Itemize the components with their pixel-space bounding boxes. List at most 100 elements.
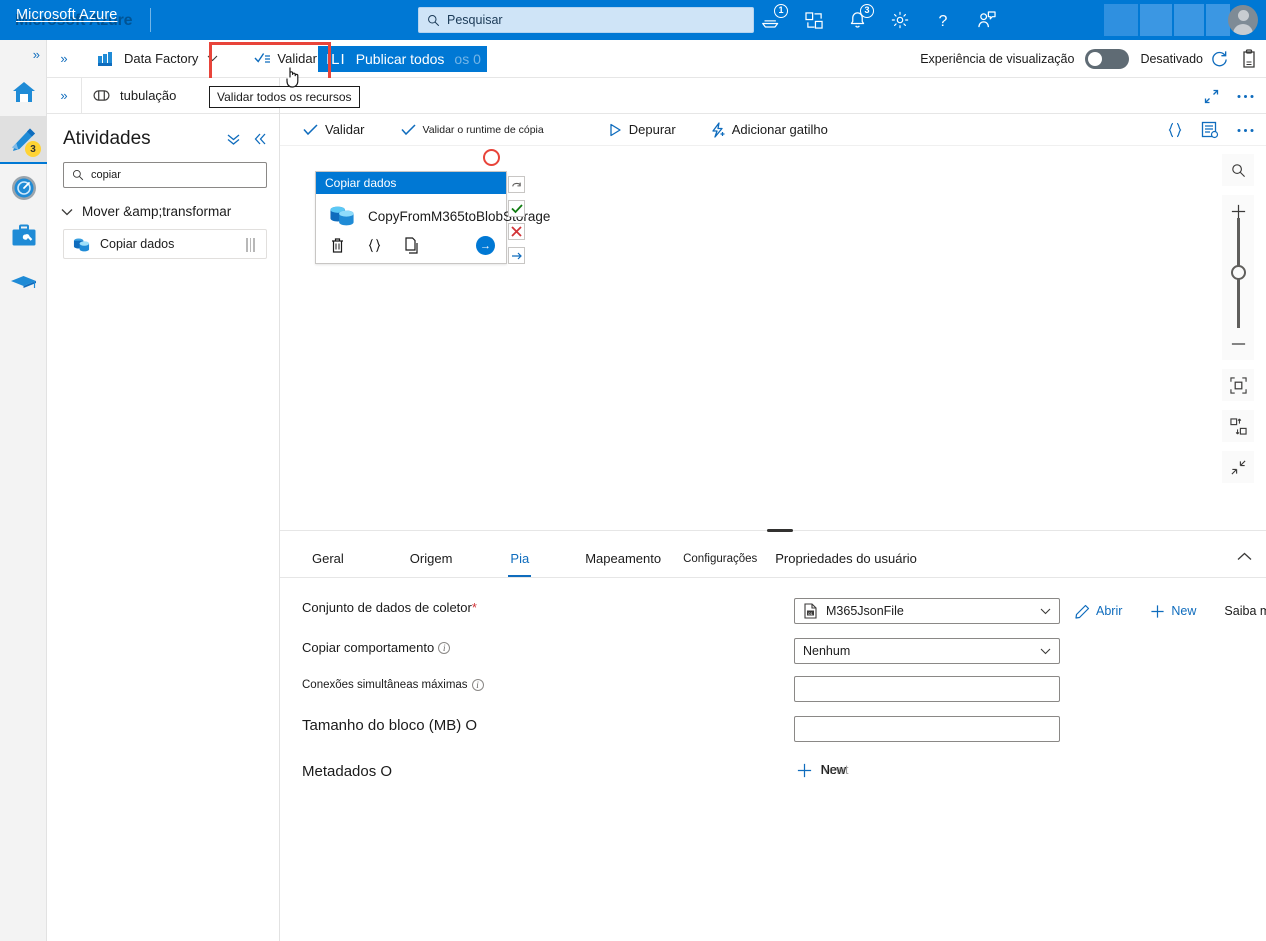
left-panel-expand-button[interactable]: » bbox=[47, 78, 81, 114]
block-size-input[interactable] bbox=[794, 716, 1060, 742]
cloud-shell-icon[interactable]: 1 bbox=[758, 4, 788, 33]
pipeline-canvas[interactable]: Copiar dados CopyFromM365toBlobStorage → bbox=[280, 146, 1266, 530]
new-dataset-button[interactable]: New bbox=[1150, 604, 1196, 619]
publish-all-highlight[interactable]: ILI Publicar todos os 0 bbox=[318, 46, 487, 72]
tab-configuracoes[interactable]: Configurações bbox=[681, 540, 759, 578]
debug-label: Depurar bbox=[628, 122, 676, 137]
sidebar-item-monitor[interactable] bbox=[0, 164, 47, 212]
chevron-down-icon bbox=[207, 55, 218, 62]
debug-button[interactable]: Depurar bbox=[599, 116, 685, 144]
zoom-slider[interactable] bbox=[1222, 218, 1254, 328]
tab-geral[interactable]: Geral bbox=[300, 539, 356, 577]
pencil-icon bbox=[1075, 604, 1090, 619]
azure-brand[interactable]: Microsoft Azure Microsoft Azure bbox=[0, 0, 150, 40]
required-asterisk: * bbox=[471, 600, 477, 615]
collapse-panel-icon[interactable] bbox=[253, 132, 267, 146]
activity-node-go-button[interactable]: → bbox=[476, 236, 495, 255]
expand-diagonal-icon[interactable] bbox=[1204, 89, 1219, 104]
pipeline-icon bbox=[92, 89, 111, 102]
preview-experience-toggle[interactable] bbox=[1085, 49, 1130, 69]
code-braces-icon[interactable] bbox=[367, 237, 382, 254]
validate-label: Validar bbox=[325, 122, 365, 137]
activity-connector-on-skip[interactable] bbox=[508, 247, 525, 264]
validate-button[interactable]: Validar bbox=[294, 116, 374, 144]
info-icon[interactable]: i bbox=[438, 641, 451, 654]
chevron-down-icon bbox=[1040, 648, 1051, 655]
pipeline-tab[interactable]: tubulação bbox=[81, 77, 186, 114]
activity-item-copy-data[interactable]: Copiar dados bbox=[63, 229, 267, 259]
sidebar-item-learn[interactable] bbox=[0, 260, 47, 308]
tab-propriedades-do-usuario[interactable]: Propriedades do usuário bbox=[763, 539, 929, 577]
data-factory-icon bbox=[97, 51, 115, 67]
activities-search-input[interactable]: copiar bbox=[63, 162, 267, 188]
preview-experience-state: Desativado bbox=[1140, 52, 1203, 66]
sidebar-item-manage[interactable] bbox=[0, 212, 47, 260]
help-question-icon[interactable]: ? bbox=[930, 7, 956, 33]
collapse-all-button[interactable] bbox=[1222, 451, 1254, 483]
open-dataset-button[interactable]: Abrir bbox=[1075, 604, 1122, 619]
ellipsis-icon[interactable] bbox=[1237, 94, 1254, 99]
tab-origem[interactable]: Origem bbox=[398, 539, 465, 577]
sidebar-item-home[interactable] bbox=[0, 68, 47, 116]
learn-more-link[interactable]: Saiba mais bbox=[1224, 604, 1266, 618]
copy-behavior-dropdown[interactable]: Nenhum bbox=[794, 638, 1060, 664]
new-dataset-label: New bbox=[1171, 604, 1197, 618]
splitter-drag-handle[interactable] bbox=[767, 529, 793, 532]
properties-list-icon[interactable] bbox=[1201, 121, 1219, 139]
search-icon bbox=[72, 169, 84, 181]
fit-to-screen-button[interactable] bbox=[1222, 369, 1254, 401]
azure-top-bar: Microsoft Azure Microsoft Azure Pesquisa… bbox=[0, 0, 1266, 40]
collapse-properties-panel-button[interactable] bbox=[1237, 552, 1252, 561]
rail-expand-button[interactable]: » bbox=[0, 40, 46, 68]
ellipsis-icon[interactable] bbox=[1237, 128, 1254, 133]
chevron-down-icon bbox=[1040, 608, 1051, 615]
auto-align-button[interactable] bbox=[1222, 410, 1254, 442]
global-search-placeholder: Pesquisar bbox=[447, 13, 503, 27]
add-trigger-button[interactable]: Adicionar gatilho bbox=[701, 116, 837, 144]
plus-icon bbox=[1150, 604, 1165, 619]
copy-behavior-value: Nenhum bbox=[803, 644, 851, 658]
account-name-redaction bbox=[1174, 4, 1204, 36]
validate-copy-runtime-label: Validar o runtime de cópia bbox=[422, 123, 544, 136]
sink-dataset-label: Conjunto de dados de coletor bbox=[302, 600, 472, 615]
zoom-out-button[interactable] bbox=[1222, 328, 1254, 360]
code-braces-icon[interactable] bbox=[1167, 122, 1183, 138]
activity-node-copy-data[interactable]: Copiar dados CopyFromM365toBlobStorage → bbox=[315, 171, 550, 264]
play-triangle-icon bbox=[608, 123, 622, 137]
delete-icon[interactable] bbox=[330, 237, 345, 254]
topbar-divider bbox=[150, 8, 151, 32]
feedback-icon[interactable] bbox=[973, 7, 999, 33]
data-factory-selector[interactable]: Data Factory bbox=[81, 40, 228, 78]
settings-gear-icon[interactable] bbox=[887, 7, 913, 33]
adf-command-bar: » Data Factory Validar tudo Experiência … bbox=[47, 40, 1266, 78]
drag-handle[interactable] bbox=[246, 238, 258, 252]
pipeline-tab-bar-actions bbox=[1204, 78, 1254, 114]
duplicate-icon[interactable] bbox=[404, 237, 419, 254]
sink-dataset-dropdown[interactable]: 01 M365JsonFile bbox=[794, 598, 1060, 624]
activity-connector-on-failure[interactable] bbox=[508, 223, 525, 240]
directory-switch-icon[interactable] bbox=[801, 7, 827, 33]
toolbox-icon bbox=[11, 224, 37, 248]
activity-connector-on-completion[interactable] bbox=[508, 176, 525, 193]
global-search-input[interactable]: Pesquisar bbox=[418, 7, 754, 33]
feedback-clipboard-icon[interactable] bbox=[1240, 49, 1258, 69]
activity-connector-on-success[interactable] bbox=[508, 200, 525, 217]
notifications-bell-icon[interactable]: 3 bbox=[844, 4, 874, 33]
avatar[interactable] bbox=[1228, 5, 1258, 35]
validate-copy-runtime-button[interactable]: Validar o runtime de cópia bbox=[392, 116, 553, 144]
info-icon[interactable]: i bbox=[471, 679, 484, 691]
zoom-slider-thumb[interactable] bbox=[1230, 265, 1246, 280]
refresh-icon[interactable] bbox=[1210, 50, 1229, 68]
avatar-body bbox=[1233, 24, 1253, 35]
tab-pia[interactable]: Pia bbox=[498, 539, 541, 577]
sidebar-item-author[interactable]: 3 bbox=[0, 116, 47, 164]
max-concurrent-connections-input[interactable] bbox=[794, 676, 1060, 702]
collapse-all-chevrons-icon[interactable] bbox=[226, 132, 241, 146]
tab-mapeamento[interactable]: Mapeamento bbox=[573, 539, 673, 577]
azure-data-factory-window: Microsoft Azure Microsoft Azure Pesquisa… bbox=[0, 0, 1266, 941]
field-row-copy-behavior: Copiar comportamento i bbox=[302, 640, 451, 655]
activity-group-move-transform[interactable]: Mover &amp;transformar bbox=[61, 204, 267, 219]
zoom-search-button[interactable] bbox=[1222, 154, 1254, 186]
new-metadata-button[interactable]: Newt New bbox=[796, 761, 848, 779]
command-bar-expand-button[interactable]: » bbox=[47, 40, 81, 78]
